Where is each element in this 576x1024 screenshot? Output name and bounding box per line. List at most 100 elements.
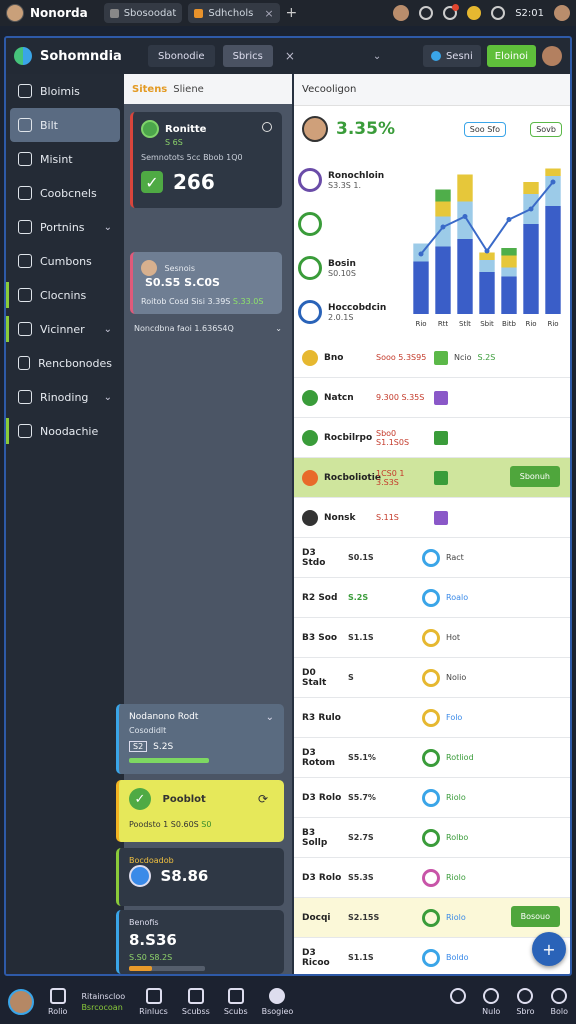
taskbar-item-5[interactable]: Bsogieo — [262, 988, 293, 1016]
taskbar-item-1[interactable]: Ritainscloo Bsrcocoan — [81, 992, 125, 1012]
row-label: Ncio — [454, 353, 472, 362]
row-name: Rocboliotie — [324, 472, 381, 483]
chart-bar — [545, 206, 561, 314]
tab-primary[interactable]: Sbonodie — [148, 45, 215, 67]
app-header: Sohomndia Sbonodie Sbrics × ⌄ Sesni Eloi… — [6, 38, 570, 74]
x-tick-label: Stlt — [459, 320, 471, 328]
card-value: S8.86 — [160, 867, 209, 885]
row-action-button[interactable]: Bosouo — [510, 906, 560, 927]
sidebar-item-6[interactable]: Clocnins — [6, 278, 124, 312]
tab-secondary[interactable]: Sbrics — [222, 45, 273, 67]
floating-card-1[interactable]: Nodanono Rodt Cosodidlt S2 S.2S ⌄ — [116, 704, 284, 774]
table-row[interactable]: D0 Stalt S Nolio — [294, 658, 570, 698]
table-row[interactable]: Rocboliotie 1CS0 1 3.S3S Sbonuh — [294, 458, 570, 498]
chevron-down-icon[interactable]: ⌄ — [104, 324, 112, 335]
chevron-down-icon[interactable]: ⌄ — [266, 712, 274, 723]
taskbar-right-item-2[interactable]: Sbro — [516, 988, 535, 1016]
stat-item[interactable]: Ronochloin S3.3S 1. — [298, 158, 398, 202]
sidebar-item-2[interactable]: Misint — [6, 142, 124, 176]
action-button[interactable]: Eloinoi — [486, 45, 536, 67]
search-button[interactable]: Sesni — [422, 45, 481, 67]
shield-icon[interactable] — [419, 6, 434, 20]
stat-item[interactable]: Bosin S0.10S — [298, 246, 398, 290]
table-row[interactable]: Nonsk S.11S — [294, 498, 570, 538]
close-icon[interactable]: × — [264, 7, 273, 20]
avatar[interactable] — [542, 46, 562, 66]
taskbar-item-3[interactable]: Scubss — [182, 988, 210, 1016]
browser-tab-2[interactable]: Sdhchols × — [188, 3, 280, 23]
taskbar-item-0[interactable]: Rolio — [48, 988, 67, 1016]
avatar[interactable] — [393, 5, 410, 21]
row-action-button[interactable]: Sbonuh — [509, 466, 560, 487]
table-row[interactable]: B3 Sollp S2.7S Rolbo — [294, 818, 570, 858]
taskbar-item-4[interactable]: Scubs — [224, 988, 248, 1016]
detail-card[interactable]: Sesnois S0.S5 S.C0S Roitob Cosd Sisi 3.3… — [130, 252, 282, 314]
table-row[interactable]: D3 Stdo S0.1S Ract — [294, 538, 570, 578]
card-foot-value: S.33.0S — [232, 297, 264, 306]
chevron-down-icon[interactable]: ⌄ — [275, 324, 282, 333]
floating-card-4[interactable]: Benofis 8.S36 S.S0 S8.2S — [116, 910, 284, 974]
table-row[interactable]: D3 Rolo S5.7% Riolo — [294, 778, 570, 818]
table-row[interactable]: D3 Ricoo S1.1S Boldo — [294, 938, 570, 974]
taskbar-avatar[interactable] — [8, 989, 34, 1015]
row-name: Rocbilrpo — [324, 432, 373, 443]
new-tab-button[interactable]: + — [286, 5, 298, 21]
browser-tab-1[interactable]: Sbosoodat — [103, 3, 183, 23]
table-row[interactable]: D3 Rolo S5.3S Riolo — [294, 858, 570, 898]
row-icon — [302, 509, 318, 526]
taskbar-right-item-0[interactable] — [450, 988, 467, 1016]
chevron-down-icon[interactable]: ⌄ — [104, 222, 112, 233]
filter-badge[interactable]: Soo Sfo — [463, 122, 506, 137]
taskbar-item-2[interactable]: Rinlucs — [139, 988, 168, 1016]
card-line: Semnotots 5cc Bbob 1Q0 — [141, 153, 243, 162]
browser-avatar[interactable] — [6, 4, 24, 22]
chart-point — [550, 179, 556, 185]
table-row[interactable]: Natcn 9.300 S.35S — [294, 378, 570, 418]
row-amount: S1.1S — [348, 953, 374, 962]
refresh-icon[interactable]: ⟳ — [258, 792, 268, 806]
row-name: R3 Rulo — [302, 712, 341, 723]
close-icon[interactable]: × — [285, 49, 295, 63]
radio-button[interactable] — [262, 122, 272, 132]
floating-card-2[interactable]: ✓ Pooblot ⟳ Poodsto 1 S0.60S S0 — [116, 780, 284, 842]
add-button[interactable]: + — [532, 932, 566, 966]
status-badge[interactable]: Sovb — [530, 122, 562, 137]
table-row[interactable]: Docqi S2.15S Riolo Bosouo — [294, 898, 570, 938]
table-row[interactable]: B3 Soo S1.1S Hot — [294, 618, 570, 658]
summary-card[interactable]: Ronitte S 6S Semnotots 5cc Bbob 1Q0 ✓ 26… — [130, 112, 282, 208]
card-title: Ronitte — [165, 123, 207, 135]
play-icon — [49, 988, 66, 1004]
table-row[interactable]: R2 Sod S.2S Roalo — [294, 578, 570, 618]
middle-summary[interactable]: Noncdbna faoi 1.636S4Q ⌄ — [134, 324, 282, 333]
taskbar-label: Ritainscloo — [81, 992, 126, 1001]
sidebar-item-9[interactable]: Rinoding ⌄ — [6, 380, 124, 414]
tag-icon — [434, 510, 448, 525]
stat-item[interactable]: Hoccobdcin 2.0.1S — [298, 290, 398, 334]
table-row[interactable]: Rocbilrpo Sbo0 S1.1S0S — [294, 418, 570, 458]
table-row[interactable]: D3 Rotom S5.1% Rotliod — [294, 738, 570, 778]
row-label: Riolo — [446, 873, 466, 882]
sidebar-item-8[interactable]: Rencbonodes — [6, 346, 124, 380]
sidebar-item-4[interactable]: Portnins ⌄ — [6, 210, 124, 244]
stat-item[interactable] — [298, 202, 398, 246]
sidebar-item-0[interactable]: Bloimis — [6, 74, 124, 108]
table-row[interactable]: Bno Sooo 5.3S95 Ncio S.2S — [294, 338, 570, 378]
right-panel: Vecooligon 3.35% Soo Sfo Sovb Ronochloin… — [294, 74, 570, 974]
sidebar-item-10[interactable]: Noodachie — [6, 414, 124, 448]
profile-avatar[interactable] — [554, 5, 570, 21]
row-name: B3 Soo — [302, 632, 338, 643]
taskbar-right-item-3[interactable]: Bolo — [551, 988, 568, 1016]
chevron-down-icon[interactable]: ⌄ — [104, 392, 112, 403]
sidebar-item-1[interactable]: Bilt — [10, 108, 120, 142]
sidebar-item-5[interactable]: Cumbons — [6, 244, 124, 278]
chevron-down-icon[interactable]: ⌄ — [373, 51, 381, 62]
taskbar-right-item-1[interactable]: Nulo — [482, 988, 500, 1016]
status-icon — [422, 828, 440, 847]
sidebar-item-3[interactable]: Coobcnels — [6, 176, 124, 210]
sidebar-item-7[interactable]: Vicinner ⌄ — [6, 312, 124, 346]
user-icon[interactable] — [467, 6, 482, 20]
bell-icon[interactable] — [443, 4, 460, 20]
chart-bar — [435, 216, 451, 247]
table-row[interactable]: R3 Rulo Folo — [294, 698, 570, 738]
floating-card-3[interactable]: Bocdoadob S8.86 — [116, 848, 284, 906]
